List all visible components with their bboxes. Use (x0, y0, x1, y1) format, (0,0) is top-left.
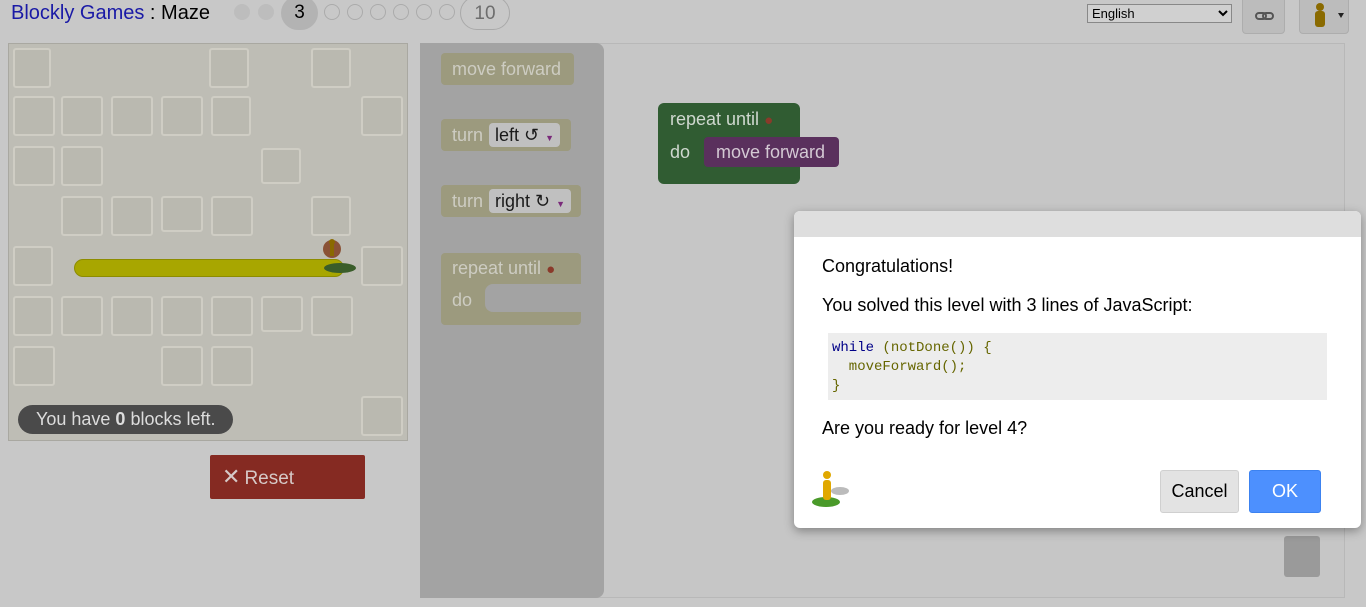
dialog-solved-text: You solved this level with 3 lines of Ja… (822, 295, 1193, 315)
maze-wall (61, 296, 103, 336)
dropdown-arrow-icon: ▼ (556, 199, 566, 209)
marker-icon: ● (764, 112, 774, 129)
maze-wall (13, 48, 51, 88)
code-line-3: } (832, 378, 841, 394)
blockly-games-link[interactable]: Blockly Games (11, 2, 144, 24)
code-block: while (notDone()) { moveForward(); } (828, 333, 1327, 400)
toolbox-do-label: do (452, 290, 473, 310)
maze-wall (261, 148, 301, 184)
pegman-icon (1315, 3, 1344, 27)
pegman-icon (812, 471, 849, 507)
toolbox-turn-right-block[interactable]: turn right ↻ ▼ (441, 185, 581, 217)
toolbox-turn-left-block[interactable]: turn left ↺ ▼ (441, 119, 571, 151)
maze-wall (61, 196, 103, 236)
reset-button[interactable]: ✕ Reset (210, 455, 365, 499)
turn-right-dropdown[interactable]: right ↻ ▼ (489, 189, 572, 213)
maze-wall (311, 48, 351, 88)
workspace-scrollbar[interactable] (1284, 536, 1320, 577)
code-line-2: moveForward(); (832, 359, 967, 375)
ok-button[interactable]: OK (1249, 470, 1321, 513)
level-current[interactable]: 3 (281, 0, 318, 30)
maze-wall (111, 96, 153, 136)
dropdown-arrow-icon: ▼ (545, 133, 555, 143)
finish-marker-icon (323, 239, 356, 273)
maze-wall (161, 96, 203, 136)
blocks-left-count: 0 (115, 409, 126, 429)
turn-left-value: left ↺ (495, 125, 540, 145)
game-name: Maze (161, 2, 210, 24)
toolbox-repeat-label: repeat until ● (452, 258, 555, 279)
page-title: Blockly Games : Maze (11, 2, 210, 25)
level-2-dot[interactable] (258, 4, 274, 20)
turn-right-value: right ↻ (495, 191, 551, 211)
do-label: do (670, 142, 691, 162)
maze-wall (13, 346, 55, 386)
link-icon (1255, 12, 1274, 20)
toolbox-repeat-slot (485, 284, 581, 312)
toolbox-move-forward-label: move forward (452, 59, 562, 79)
maze-wall (311, 196, 351, 236)
workspace-move-forward-block[interactable]: move forward (704, 137, 839, 167)
level-6-dot[interactable] (370, 4, 386, 20)
cancel-button[interactable]: Cancel (1160, 470, 1239, 513)
maze-wall (13, 146, 55, 186)
maze-wall (13, 96, 55, 136)
toolbox-turn-label: turn (452, 125, 484, 145)
level-7-dot[interactable] (393, 4, 409, 20)
maze-wall (361, 96, 403, 136)
link-button[interactable] (1242, 0, 1285, 34)
dialog-header[interactable] (794, 211, 1361, 237)
maze-wall (13, 246, 53, 286)
reset-label: Reset (244, 468, 295, 489)
turn-left-dropdown[interactable]: left ↺ ▼ (489, 123, 561, 147)
dialog-ready-text: Are you ready for level 4? (822, 418, 1028, 438)
toolbox-repeat-text: repeat until (452, 258, 542, 278)
pegman-button[interactable] (1299, 0, 1349, 34)
maze-wall (111, 296, 153, 336)
maze-wall (209, 48, 249, 88)
code-line-1: (notDone()) { (874, 340, 992, 356)
close-icon: ✕ (222, 464, 241, 489)
maze-wall (61, 146, 103, 186)
toolbox-repeat-until-block[interactable]: repeat until ● do (441, 253, 581, 325)
marker-icon: ● (546, 261, 556, 278)
maze-wall (361, 396, 403, 436)
maze-wall (311, 296, 353, 336)
maze-wall (261, 296, 303, 332)
level-8-dot[interactable] (416, 4, 432, 20)
maze-path (74, 259, 344, 277)
maze-wall (211, 346, 253, 386)
level-1-dot[interactable] (234, 4, 250, 20)
maze-wall (111, 196, 153, 236)
dialog-congrats: Congratulations! (822, 256, 954, 276)
level-9-dot[interactable] (439, 4, 455, 20)
maze-wall (161, 346, 203, 386)
maze-wall (61, 96, 103, 136)
repeat-text: repeat until (670, 109, 760, 129)
maze-wall (211, 96, 251, 136)
title-separator: : (144, 2, 162, 24)
level-4-dot[interactable] (324, 4, 340, 20)
blocks-left-suffix: blocks left. (125, 409, 216, 429)
code-keyword: while (832, 340, 875, 356)
level-last[interactable]: 10 (460, 0, 510, 30)
congrats-dialog: Congratulations! You solved this level w… (794, 211, 1361, 528)
maze-wall (211, 296, 253, 336)
language-select[interactable]: English (1087, 4, 1232, 23)
repeat-label: repeat until ● (670, 109, 773, 130)
maze-wall (13, 296, 53, 336)
maze-wall (361, 246, 403, 286)
blocks-left-prefix: You have (36, 409, 116, 429)
toolbox-turn-label: turn (452, 191, 484, 211)
maze-wall (161, 296, 203, 336)
maze-wall (161, 196, 203, 232)
toolbox-move-forward-block[interactable]: move forward (441, 53, 574, 85)
maze-wall (211, 196, 253, 236)
level-5-dot[interactable] (347, 4, 363, 20)
blocks-left-text: You have 0 blocks left. (18, 405, 234, 434)
